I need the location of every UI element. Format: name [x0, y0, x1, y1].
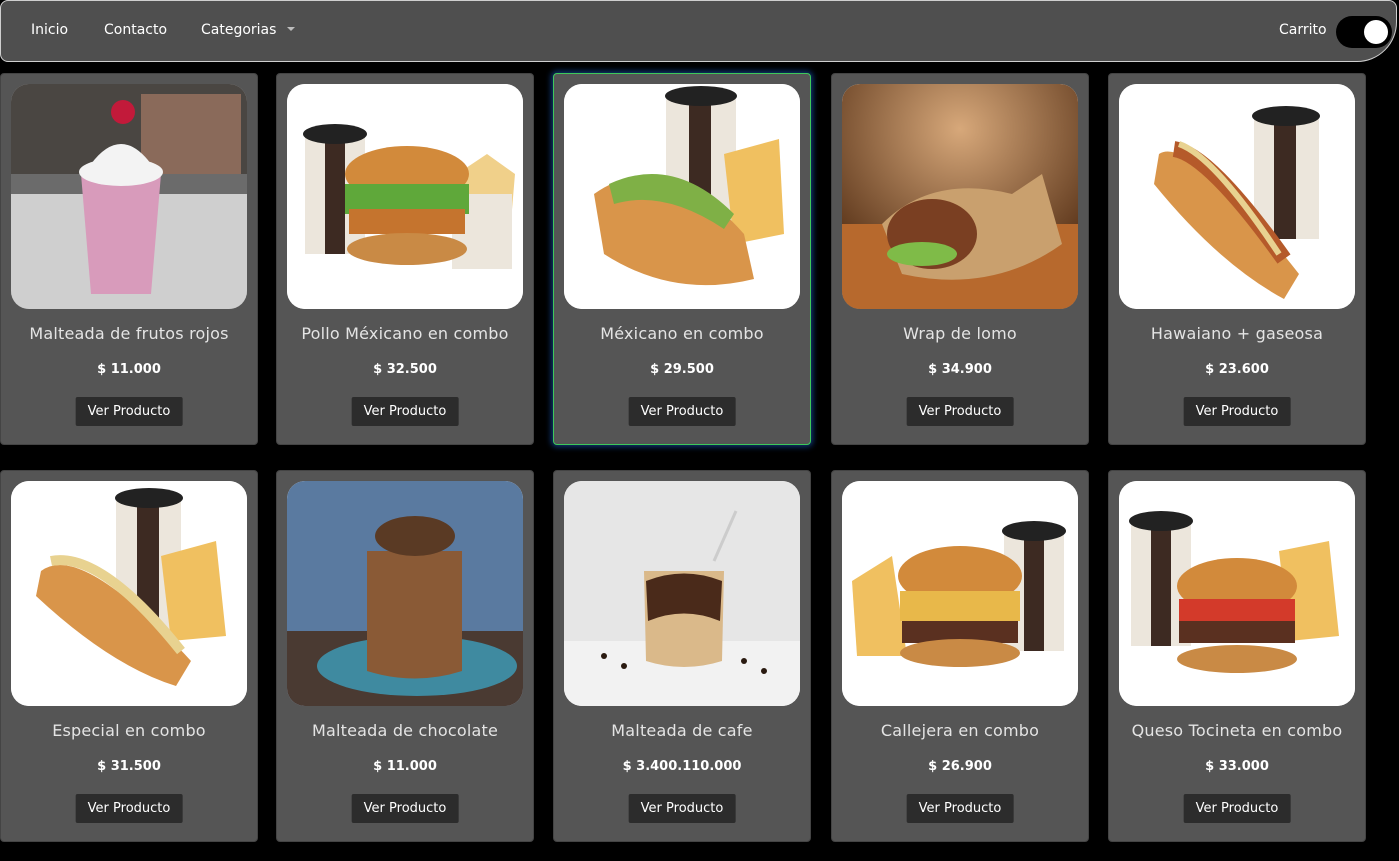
product-name: Pollo Méxicano en combo	[301, 324, 509, 343]
product-price: $ 11.000	[97, 362, 161, 377]
product-price: $ 32.500	[373, 362, 437, 377]
chevron-down-icon[interactable]	[287, 27, 295, 31]
product-card: Méxicano en combo $ 29.500 Ver Producto	[553, 73, 811, 445]
product-name: Méxicano en combo	[600, 324, 764, 343]
product-image-burger-combo	[1119, 481, 1355, 706]
product-name: Hawaiano + gaseosa	[1150, 324, 1324, 343]
ver-producto-button[interactable]: Ver Producto	[906, 397, 1014, 426]
product-card: Pollo Méxicano en combo $ 32.500 Ver Pro…	[276, 73, 534, 445]
product-price: $ 11.000	[373, 759, 437, 774]
cart-toggle[interactable]	[1336, 16, 1392, 48]
product-card: Malteada de chocolate $ 11.000 Ver Produ…	[276, 470, 534, 842]
top-navbar: Inicio Contacto Categorias Carrito	[0, 0, 1397, 62]
product-price: $ 26.900	[928, 759, 992, 774]
ver-producto-button[interactable]: Ver Producto	[906, 794, 1014, 823]
product-price: $ 33.000	[1205, 759, 1269, 774]
product-name: Malteada de cafe	[611, 721, 753, 740]
product-image-malteada-cafe	[564, 481, 800, 706]
toggle-knob	[1364, 20, 1388, 44]
product-card: Hawaiano + gaseosa $ 23.600 Ver Producto	[1108, 73, 1366, 445]
product-card: Callejera en combo $ 26.900 Ver Producto	[831, 470, 1089, 842]
nav-categorias-dropdown[interactable]: Categorias	[201, 22, 276, 38]
product-price: $ 29.500	[650, 362, 714, 377]
product-image-burger-combo	[287, 84, 523, 309]
product-image-hotdog-combo	[11, 481, 247, 706]
product-card: Malteada de cafe $ 3.400.110.000 Ver Pro…	[553, 470, 811, 842]
ver-producto-button[interactable]: Ver Producto	[1183, 397, 1291, 426]
ver-producto-button[interactable]: Ver Producto	[628, 397, 736, 426]
ver-producto-button[interactable]: Ver Producto	[351, 397, 459, 426]
product-name: Wrap de lomo	[903, 324, 1017, 343]
nav-contacto-link[interactable]: Contacto	[104, 22, 167, 38]
ver-producto-button[interactable]: Ver Producto	[1183, 794, 1291, 823]
product-name: Callejera en combo	[880, 721, 1040, 740]
product-name: Malteada de chocolate	[312, 721, 498, 740]
nav-inicio-link[interactable]: Inicio	[31, 22, 68, 38]
product-price: $ 31.500	[97, 759, 161, 774]
product-image-malteada-chocolate	[287, 481, 523, 706]
product-image-hotdog-soda	[1119, 84, 1355, 309]
product-image-burger-combo	[842, 481, 1078, 706]
product-image-wrap	[842, 84, 1078, 309]
product-card: Queso Tocineta en combo $ 33.000 Ver Pro…	[1108, 470, 1366, 842]
cart-label: Carrito	[1279, 22, 1327, 38]
ver-producto-button[interactable]: Ver Producto	[75, 794, 183, 823]
product-card: Malteada de frutos rojos $ 11.000 Ver Pr…	[0, 73, 258, 445]
product-card: Especial en combo $ 31.500 Ver Producto	[0, 470, 258, 842]
ver-producto-button[interactable]: Ver Producto	[75, 397, 183, 426]
product-card: Wrap de lomo $ 34.900 Ver Producto	[831, 73, 1089, 445]
product-name: Queso Tocineta en combo	[1131, 721, 1343, 740]
product-name: Malteada de frutos rojos	[29, 324, 229, 343]
product-name: Especial en combo	[52, 721, 206, 740]
ver-producto-button[interactable]: Ver Producto	[351, 794, 459, 823]
product-price: $ 23.600	[1205, 362, 1269, 377]
ver-producto-button[interactable]: Ver Producto	[628, 794, 736, 823]
product-price: $ 3.400.110.000	[622, 759, 742, 774]
product-price: $ 34.900	[928, 362, 992, 377]
product-image-hotdog-combo	[564, 84, 800, 309]
product-image-malteada-frutos-rojos	[11, 84, 247, 309]
